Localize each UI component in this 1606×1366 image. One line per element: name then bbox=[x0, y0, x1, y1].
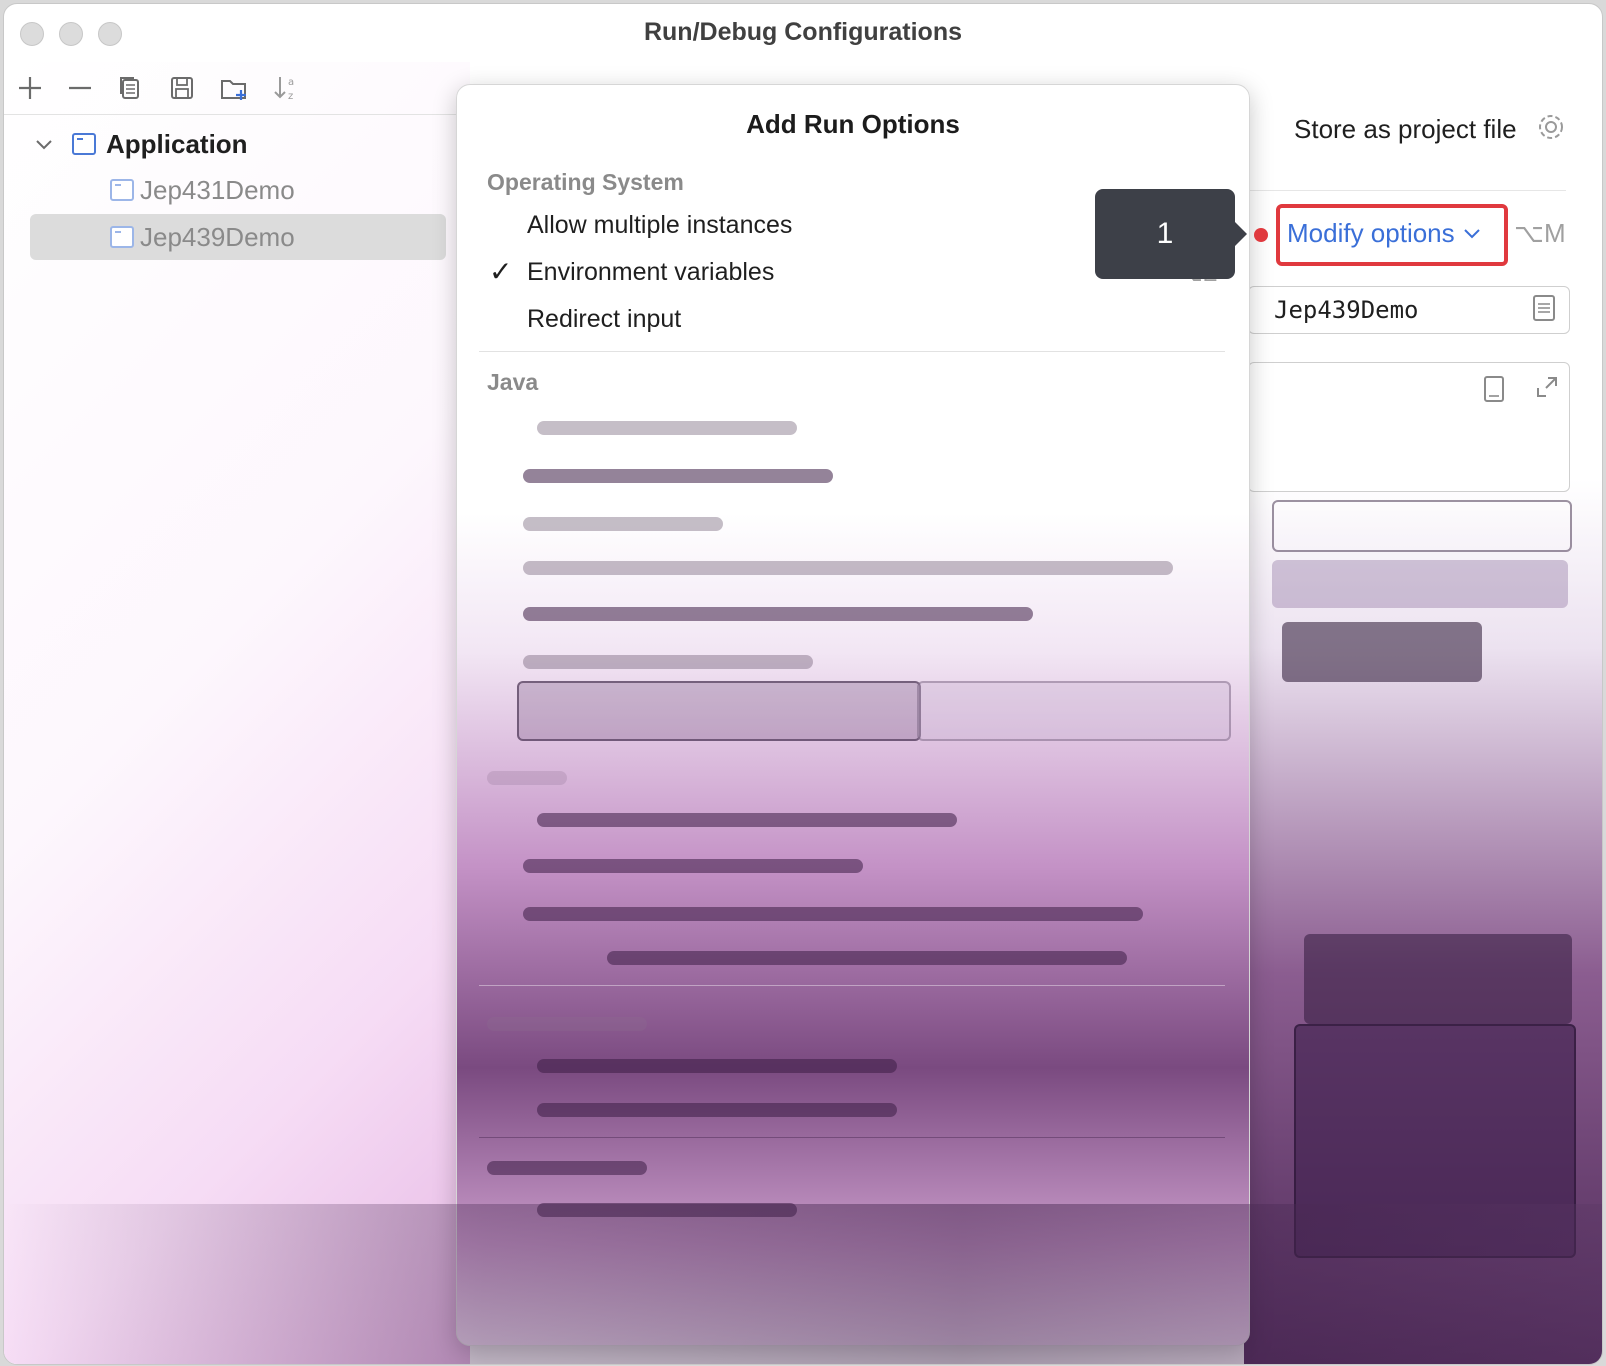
chevron-down-icon bbox=[1463, 228, 1480, 238]
section-divider bbox=[479, 351, 1225, 352]
obscured-option[interactable] bbox=[523, 859, 863, 873]
tree-item-label: Jep439Demo bbox=[140, 221, 295, 252]
expand-icon[interactable] bbox=[1534, 374, 1560, 400]
obscured-field[interactable] bbox=[917, 681, 1231, 741]
modify-options-shortcut: ⌥M bbox=[1514, 218, 1566, 248]
gear-icon[interactable] bbox=[1536, 112, 1566, 142]
obscured-option[interactable] bbox=[537, 421, 797, 435]
obscured-section-label bbox=[487, 1017, 647, 1031]
option-environment-variables[interactable]: Environment variables bbox=[527, 258, 774, 287]
copy-icon[interactable] bbox=[112, 70, 148, 106]
tree-root-label: Application bbox=[106, 128, 248, 159]
new-folder-icon[interactable] bbox=[216, 70, 252, 106]
obscured-option[interactable] bbox=[537, 1059, 897, 1073]
obscured-option[interactable] bbox=[523, 607, 1033, 621]
document-icon[interactable] bbox=[1532, 294, 1556, 322]
sort-icon[interactable]: az bbox=[268, 70, 304, 106]
save-icon[interactable] bbox=[164, 70, 200, 106]
obscured-option[interactable] bbox=[523, 907, 1143, 921]
store-as-project-file-label[interactable]: Store as project file bbox=[1294, 114, 1517, 145]
section-divider bbox=[479, 985, 1225, 986]
right-blurred-field bbox=[1272, 500, 1572, 552]
window-title: Run/Debug Configurations bbox=[643, 18, 963, 46]
checkmark-icon: ✓ bbox=[489, 256, 513, 287]
callout-tooltip: 1 bbox=[1095, 189, 1235, 279]
option-allow-multiple-instances[interactable]: Allow multiple instances bbox=[527, 211, 792, 240]
obscured-section-label bbox=[487, 771, 567, 785]
obscured-option[interactable] bbox=[523, 469, 833, 483]
tree-item-label: Jep431Demo bbox=[140, 174, 295, 205]
program-arguments-field[interactable] bbox=[1248, 362, 1570, 492]
run-debug-window: Run/Debug Configurations az Application … bbox=[3, 3, 1603, 1365]
obscured-option[interactable] bbox=[523, 561, 1173, 575]
obscured-option[interactable] bbox=[523, 517, 723, 531]
section-java: Java bbox=[487, 369, 539, 395]
popup-title: Add Run Options bbox=[746, 109, 960, 139]
svg-text:a: a bbox=[288, 77, 294, 88]
modify-options-button[interactable]: Modify options bbox=[1287, 218, 1481, 249]
obscured-option[interactable] bbox=[607, 951, 1127, 965]
right-blurred-block bbox=[1282, 622, 1482, 682]
title-bar: Run/Debug Configurations bbox=[4, 4, 1602, 62]
section-operating-system: Operating System bbox=[487, 169, 684, 195]
obscured-option[interactable] bbox=[537, 813, 957, 827]
configurations-toolbar: az bbox=[4, 62, 470, 115]
obscured-footer bbox=[4, 1204, 1602, 1364]
modify-options-label: Modify options bbox=[1287, 218, 1455, 248]
chevron-down-icon[interactable] bbox=[34, 134, 54, 154]
application-config-icon bbox=[72, 133, 96, 155]
remove-icon[interactable] bbox=[62, 70, 98, 106]
option-redirect-input[interactable]: Redirect input bbox=[527, 305, 681, 334]
right-blurred-block bbox=[1304, 934, 1572, 1024]
svg-text:z: z bbox=[288, 91, 293, 102]
add-icon[interactable] bbox=[12, 70, 48, 106]
run-config-icon bbox=[110, 179, 134, 201]
tree-item-jep431demo[interactable]: Jep431Demo bbox=[110, 168, 295, 212]
config-name-value: Jep439Demo bbox=[1274, 296, 1419, 324]
callout-dot bbox=[1254, 228, 1268, 242]
callout-arrow bbox=[1235, 222, 1247, 246]
tree-node-application[interactable]: Application bbox=[34, 122, 248, 166]
header-divider bbox=[1244, 190, 1566, 191]
obscured-field[interactable] bbox=[517, 681, 921, 741]
section-divider bbox=[479, 1137, 1225, 1138]
obscured-section-label bbox=[487, 1161, 647, 1175]
tree-item-jep439demo[interactable]: Jep439Demo bbox=[110, 215, 295, 259]
run-config-icon bbox=[110, 226, 134, 248]
obscured-option[interactable] bbox=[523, 655, 813, 669]
configurations-panel: az Application Jep431Demo Jep439Demo bbox=[4, 62, 470, 1364]
right-blurred-field bbox=[1272, 560, 1568, 608]
callout-number: 1 bbox=[1156, 217, 1174, 250]
copy-icon[interactable] bbox=[1482, 374, 1508, 404]
obscured-option[interactable] bbox=[537, 1103, 897, 1117]
